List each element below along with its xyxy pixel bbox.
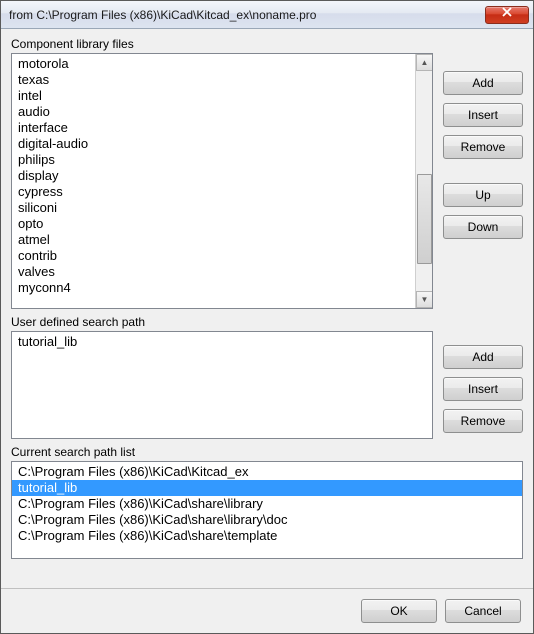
add-button[interactable]: Add <box>443 345 523 369</box>
chevron-up-icon: ▲ <box>421 58 429 67</box>
chevron-down-icon: ▼ <box>421 295 429 304</box>
list-item[interactable]: valves <box>12 264 415 280</box>
down-button[interactable]: Down <box>443 215 523 239</box>
component-libs-listbox[interactable]: motorolatexasintelaudiointerfacedigital-… <box>11 53 433 309</box>
titlebar: from C:\Program Files (x86)\KiCad\Kitcad… <box>1 1 533 29</box>
window-title: from C:\Program Files (x86)\KiCad\Kitcad… <box>9 8 485 22</box>
list-item[interactable]: contrib <box>12 248 415 264</box>
list-item[interactable]: myconn4 <box>12 280 415 296</box>
list-item[interactable]: C:\Program Files (x86)\KiCad\Kitcad_ex <box>12 464 522 480</box>
insert-button[interactable]: Insert <box>443 103 523 127</box>
remove-button[interactable]: Remove <box>443 409 523 433</box>
list-item[interactable]: tutorial_lib <box>12 334 432 350</box>
list-item[interactable]: atmel <box>12 232 415 248</box>
scroll-up-button[interactable]: ▲ <box>416 54 433 71</box>
component-libs-section: Component library files motorolatexasint… <box>11 37 523 309</box>
list-item[interactable]: texas <box>12 72 415 88</box>
list-item[interactable]: display <box>12 168 415 184</box>
scrollbar[interactable]: ▲ ▼ <box>415 54 432 308</box>
scroll-thumb[interactable] <box>417 174 432 264</box>
component-libs-buttons: Add Insert Remove Up Down <box>443 53 523 309</box>
list-item[interactable]: C:\Program Files (x86)\KiCad\share\templ… <box>12 528 522 544</box>
list-item[interactable]: cypress <box>12 184 415 200</box>
ok-button[interactable]: OK <box>361 599 437 623</box>
list-item[interactable]: C:\Program Files (x86)\KiCad\share\libra… <box>12 496 522 512</box>
list-item[interactable]: intel <box>12 88 415 104</box>
cancel-button[interactable]: Cancel <box>445 599 521 623</box>
close-button[interactable] <box>485 6 529 24</box>
component-libs-label: Component library files <box>11 37 523 51</box>
insert-button[interactable]: Insert <box>443 377 523 401</box>
user-search-label: User defined search path <box>11 315 523 329</box>
current-paths-label: Current search path list <box>11 445 523 459</box>
list-item[interactable]: C:\Program Files (x86)\KiCad\share\libra… <box>12 512 522 528</box>
user-search-buttons: Add Insert Remove <box>443 331 523 439</box>
dialog-footer: OK Cancel <box>1 588 533 633</box>
dialog-window: from C:\Program Files (x86)\KiCad\Kitcad… <box>0 0 534 634</box>
list-item[interactable]: audio <box>12 104 415 120</box>
user-search-section: User defined search path tutorial_lib Ad… <box>11 315 523 439</box>
list-item[interactable]: tutorial_lib <box>12 480 522 496</box>
list-item[interactable]: interface <box>12 120 415 136</box>
current-paths-listbox[interactable]: C:\Program Files (x86)\KiCad\Kitcad_extu… <box>11 461 523 559</box>
list-item[interactable]: opto <box>12 216 415 232</box>
list-item[interactable]: philips <box>12 152 415 168</box>
list-item[interactable]: siliconi <box>12 200 415 216</box>
user-search-listbox[interactable]: tutorial_lib <box>11 331 433 439</box>
list-item[interactable]: motorola <box>12 56 415 72</box>
list-item[interactable]: digital-audio <box>12 136 415 152</box>
remove-button[interactable]: Remove <box>443 135 523 159</box>
up-button[interactable]: Up <box>443 183 523 207</box>
add-button[interactable]: Add <box>443 71 523 95</box>
scroll-down-button[interactable]: ▼ <box>416 291 433 308</box>
dialog-content: Component library files motorolatexasint… <box>1 29 533 588</box>
close-icon <box>502 7 512 17</box>
current-paths-section: Current search path list C:\Program File… <box>11 445 523 559</box>
